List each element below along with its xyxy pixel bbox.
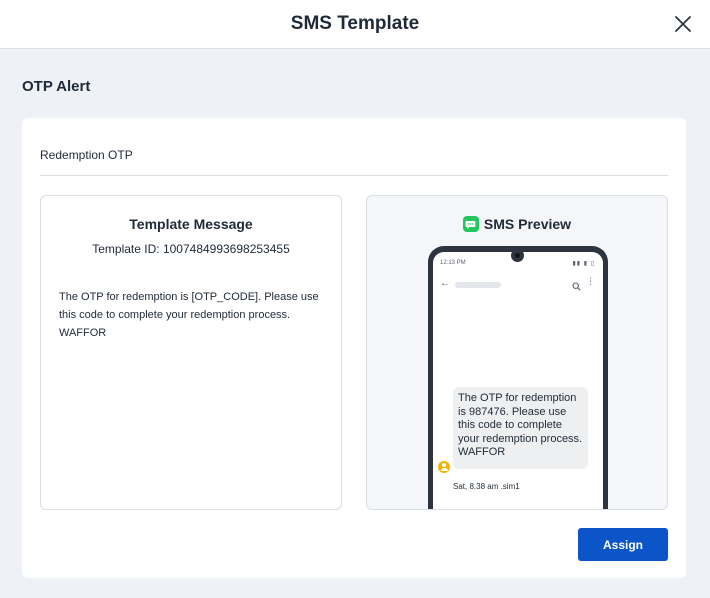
status-icons: ▮▮ ▮ ▯ bbox=[572, 261, 595, 267]
more-options-icon: ⋮ bbox=[586, 276, 595, 286]
card-heading: Redemption OTP bbox=[40, 148, 133, 162]
status-time: 12:13 PM bbox=[440, 260, 466, 266]
message-icon bbox=[462, 216, 479, 232]
message-meta: Sat, 8.38 am .sim1 bbox=[453, 482, 520, 491]
camera-icon bbox=[511, 249, 524, 262]
sender-avatar-icon bbox=[438, 461, 450, 473]
assign-button[interactable]: Assign bbox=[578, 528, 668, 561]
section-title: OTP Alert bbox=[22, 78, 91, 95]
phone-screen: 12:13 PM ▮▮ ▮ ▯ ← ⋮ The OTP for redempti… bbox=[433, 252, 603, 509]
back-arrow-icon: ← bbox=[440, 278, 450, 289]
template-card: Redemption OTP Template Message Template… bbox=[22, 118, 686, 578]
template-message-title: Template Message bbox=[129, 216, 253, 232]
sender-name-blurred bbox=[455, 282, 501, 288]
close-icon[interactable] bbox=[672, 13, 694, 35]
search-icon bbox=[572, 278, 581, 296]
modal-title: SMS Template bbox=[290, 13, 420, 34]
divider bbox=[40, 175, 668, 176]
message-app-bar: ← ⋮ bbox=[433, 273, 603, 295]
template-message-panel: Template Message Template ID: 1007484993… bbox=[40, 195, 342, 510]
template-body: The OTP for redemption is [OTP_CODE]. Pl… bbox=[59, 291, 319, 339]
modal-header: SMS Template bbox=[0, 0, 710, 49]
sms-preview-panel: SMS Preview 12:13 PM ▮▮ ▮ ▯ ← ⋮ The OTP … bbox=[366, 195, 668, 510]
sms-preview-title: SMS Preview bbox=[483, 216, 572, 232]
template-id: Template ID: 1007484993698253455 bbox=[92, 242, 290, 256]
phone-mockup: 12:13 PM ▮▮ ▮ ▯ ← ⋮ The OTP for redempti… bbox=[428, 246, 608, 509]
sms-preview-heading: SMS Preview bbox=[367, 216, 667, 232]
sms-message-bubble: The OTP for redemption is 987476. Please… bbox=[453, 387, 588, 469]
